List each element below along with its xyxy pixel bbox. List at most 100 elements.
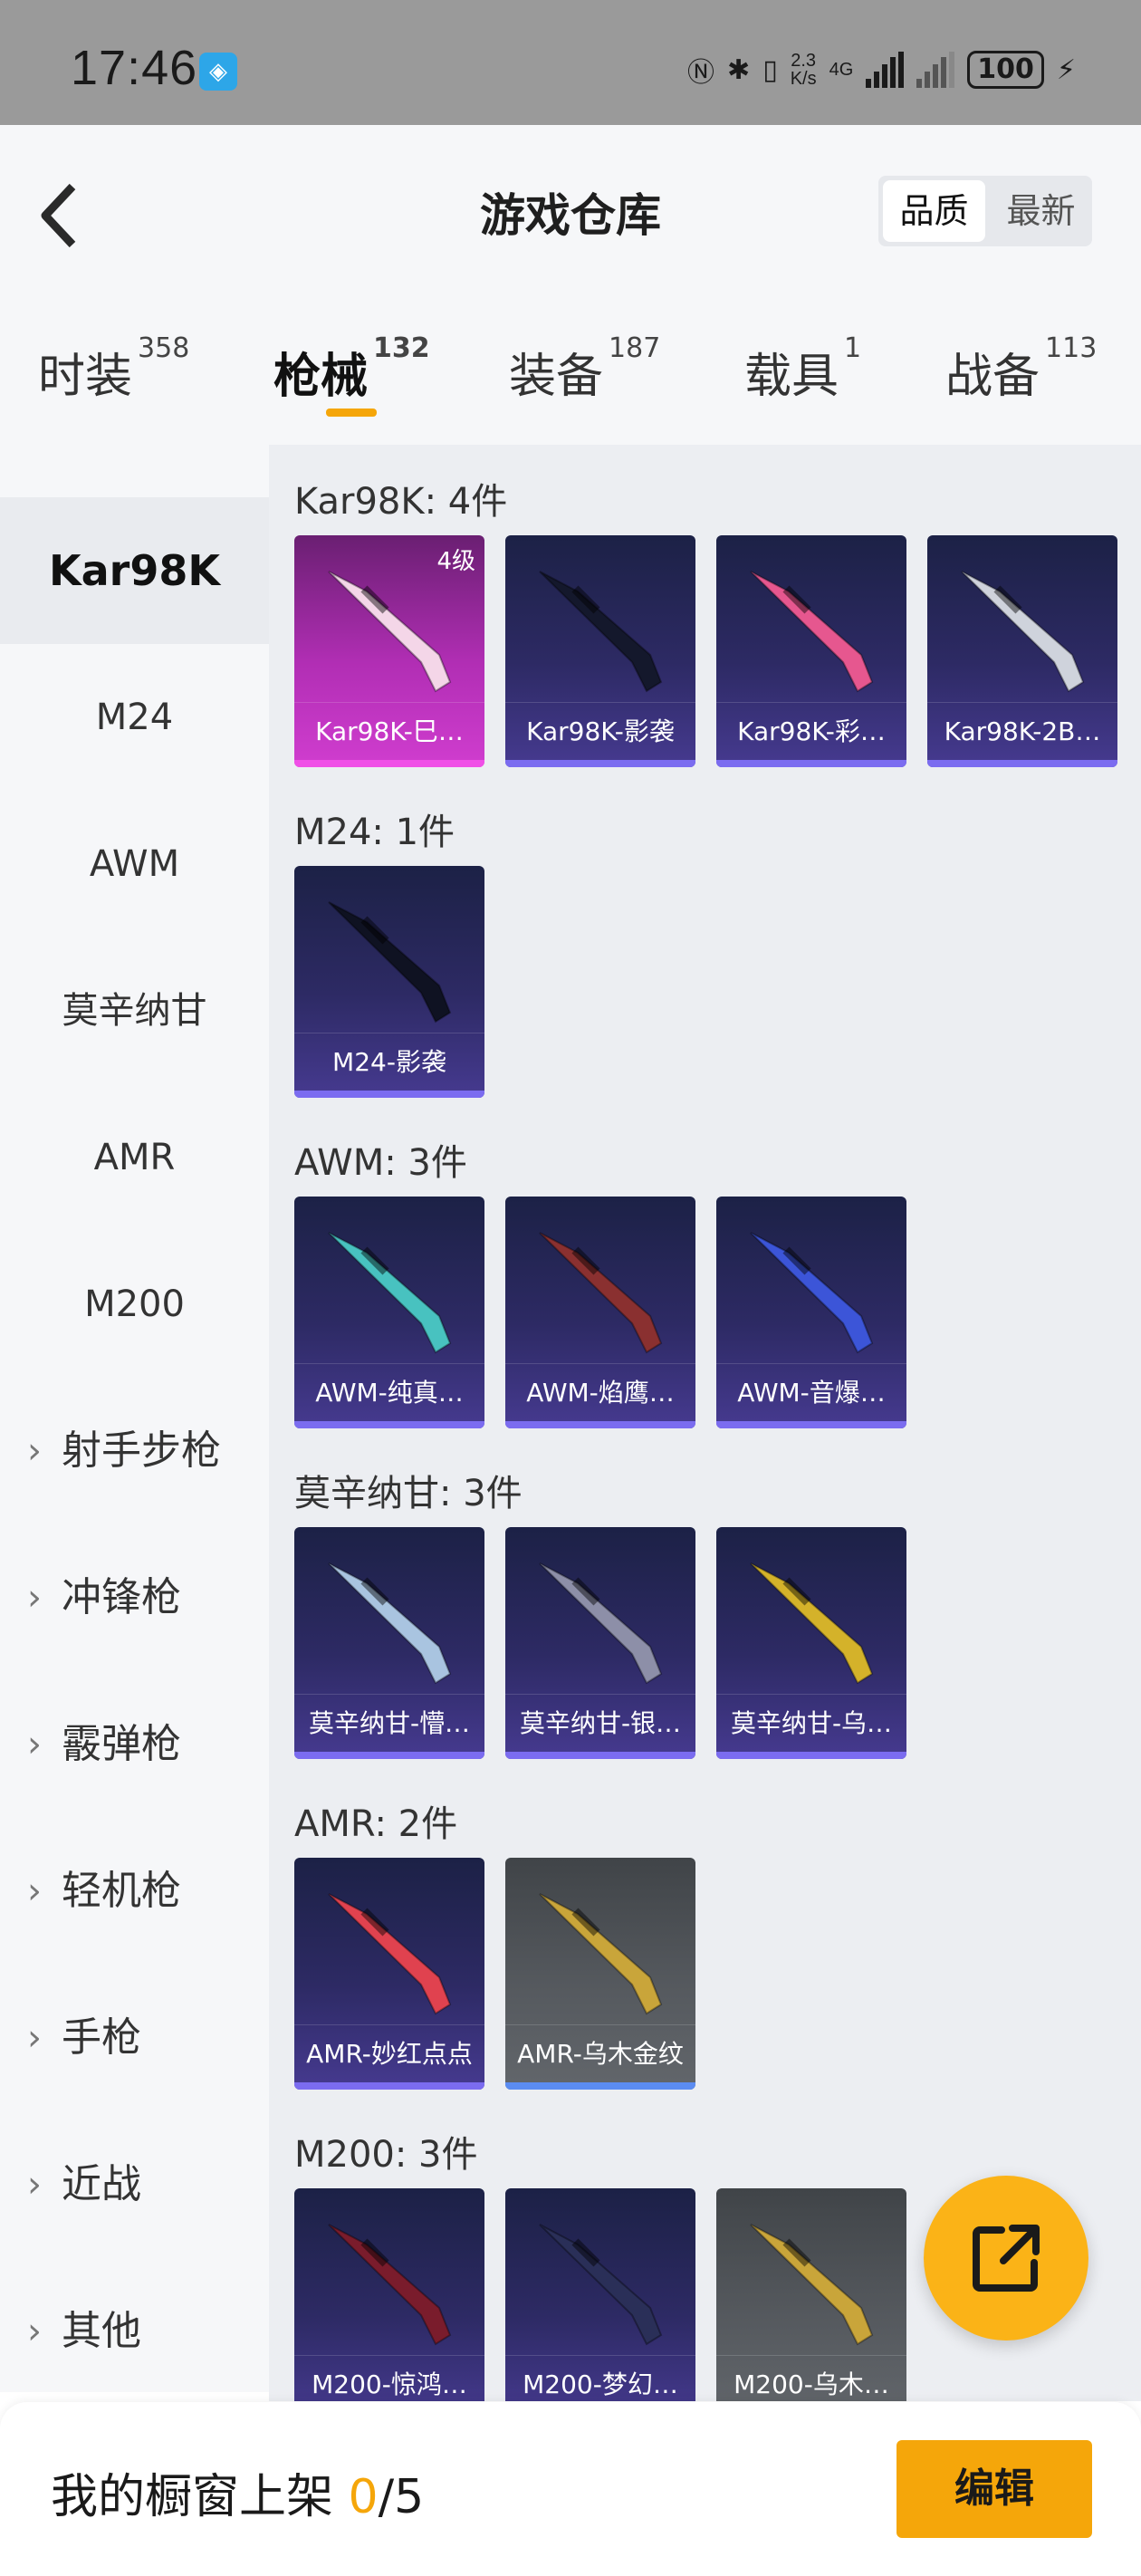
sidebar-group-label: 手枪 — [62, 2014, 141, 2061]
net-speed: 2.3 K/s — [791, 52, 817, 88]
tab-count: 113 — [1045, 332, 1098, 364]
share-fab-button[interactable] — [924, 2176, 1088, 2341]
weapon-name: Kar98K-影袭 — [505, 702, 695, 760]
section-title: AMR: 2件 — [294, 1803, 458, 1845]
weapon-card[interactable]: AWM-音爆… — [716, 1197, 906, 1428]
section-title: 莫辛纳甘: 3件 — [294, 1473, 523, 1514]
tab-count: 187 — [609, 332, 661, 364]
rifle-icon — [750, 2224, 874, 2346]
sort-toggle: 品质 最新 — [878, 176, 1092, 246]
showcase-current-count: 0 — [348, 2470, 379, 2524]
weapon-card[interactable]: 莫辛纳甘-银… — [505, 1527, 695, 1759]
showcase-status: 我的橱窗上架 0/5 — [51, 2458, 424, 2526]
rifle-icon — [961, 571, 1085, 693]
tab-fashion[interactable]: 时装358 — [38, 332, 189, 406]
charging-icon: ⚡ — [1056, 53, 1076, 86]
rarity-bar — [927, 760, 1117, 767]
section-title: AWM: 3件 — [294, 1142, 467, 1184]
weapon-card[interactable]: 4级 Kar98K-巳… — [294, 535, 484, 767]
weapon-card[interactable]: M200-惊鸿… — [294, 2188, 484, 2401]
sidebar-group-label: 近战 — [62, 2161, 141, 2207]
weapon-card[interactable]: AWM-纯真… — [294, 1197, 484, 1428]
weapon-name: Kar98K-2B… — [927, 702, 1117, 760]
sidebar-item-m24[interactable]: M24 — [0, 644, 269, 791]
weapon-grid: Kar98K: 4件 4级 Kar98K-巳… Kar98K-影袭 Kar98K-彩… K… — [269, 445, 1141, 2401]
sidebar-group-smg[interactable]: › 冲锋枪 — [0, 1524, 269, 1671]
tab-guns[interactable]: 枪械132 — [273, 332, 430, 406]
sidebar-item-kar98k[interactable]: Kar98K — [0, 497, 269, 644]
weapon-card[interactable]: M200-乌木… — [716, 2188, 906, 2401]
status-time: 17:46 — [71, 41, 198, 95]
sidebar-group-pistol[interactable]: › 手枪 — [0, 1965, 269, 2111]
rifle-icon — [750, 571, 874, 693]
weapon-card[interactable]: 莫辛纳甘-懵… — [294, 1527, 484, 1759]
tab-battle-prep[interactable]: 战备113 — [945, 332, 1097, 406]
rifle-icon — [539, 571, 663, 693]
sidebar-group-melee[interactable]: › 近战 — [0, 2111, 269, 2258]
tab-count: 358 — [138, 332, 190, 364]
signal-strength-secondary-icon — [916, 52, 955, 88]
edit-button[interactable]: 编辑 — [896, 2440, 1092, 2538]
weapon-card[interactable]: M200-梦幻… — [505, 2188, 695, 2401]
header: 游戏仓库 品质 最新 — [0, 125, 1141, 302]
sort-latest-option[interactable]: 最新 — [990, 176, 1092, 246]
weapon-card[interactable]: AWM-焰鹰… — [505, 1197, 695, 1428]
weapon-card[interactable]: Kar98K-2B… — [927, 535, 1117, 767]
sort-quality-option[interactable]: 品质 — [883, 180, 985, 242]
sidebar-item-awm[interactable]: AWM — [0, 791, 269, 937]
weapon-name: AWM-音爆… — [716, 1363, 906, 1421]
tab-label: 枪械 — [273, 350, 369, 404]
level-badge: 4级 — [436, 548, 475, 575]
chevron-right-icon: › — [27, 2311, 42, 2352]
sidebar-item-mosin[interactable]: 莫辛纳甘 — [0, 937, 269, 1084]
tab-label: 载具 — [744, 350, 839, 404]
rarity-bar — [716, 760, 906, 767]
tab-equipment[interactable]: 装备187 — [509, 332, 660, 406]
nfc-icon: Ⓝ — [687, 57, 715, 89]
sidebar-group-marksman[interactable]: › 射手步枪 — [0, 1378, 269, 1524]
sidebar-group-shotgun[interactable]: › 霰弹枪 — [0, 1671, 269, 1818]
weapon-card[interactable]: AMR-乌木金纹 — [505, 1858, 695, 2090]
chevron-right-icon: › — [27, 1870, 42, 1912]
weapon-card[interactable]: AMR-妙红点点 — [294, 1858, 484, 2090]
tab-vehicles[interactable]: 载具1 — [744, 332, 861, 406]
showcase-total: /5 — [378, 2470, 425, 2524]
sidebar-group-label: 霰弹枪 — [62, 1721, 181, 1767]
weapon-name: AWM-纯真… — [294, 1363, 484, 1421]
rarity-bar — [716, 1752, 906, 1759]
chevron-right-icon: › — [27, 1724, 42, 1765]
net-speed-unit: K/s — [790, 69, 817, 89]
rarity-bar — [505, 2082, 695, 2090]
rarity-bar — [505, 1421, 695, 1428]
weapon-name: M200-惊鸿… — [294, 2355, 484, 2401]
weapon-sidebar: Kar98K M24 AWM 莫辛纳甘 AMR M200 › 射手步枪 › 冲锋枪 … — [0, 445, 269, 2392]
chevron-right-icon: › — [27, 2017, 42, 2059]
sidebar-group-lmg[interactable]: › 轻机枪 — [0, 1818, 269, 1965]
weapon-card[interactable]: M24-影袭 — [294, 866, 484, 1098]
category-tabs: 时装358 枪械132 装备187 载具1 战备113 — [0, 302, 1141, 445]
weapon-name: AMR-妙红点点 — [294, 2024, 484, 2082]
signal-strength-icon — [866, 52, 905, 88]
weapon-card[interactable]: Kar98K-影袭 — [505, 535, 695, 767]
tab-count: 1 — [844, 332, 862, 364]
rifle-icon — [328, 2224, 452, 2346]
rifle-icon — [750, 1562, 874, 1685]
rarity-bar — [294, 760, 484, 767]
chevron-right-icon: › — [27, 1430, 42, 1472]
sidebar-group-label: 射手步枪 — [62, 1427, 221, 1474]
sidebar-group-other[interactable]: › 其他 — [0, 2258, 269, 2405]
section-title: M200: 3件 — [294, 2134, 478, 2176]
network-type: 4G — [829, 60, 854, 80]
sidebar-item-m200[interactable]: M200 — [0, 1231, 269, 1378]
rarity-bar — [294, 1752, 484, 1759]
weapon-name: AMR-乌木金纹 — [505, 2024, 695, 2082]
sidebar-group-label: 轻机枪 — [62, 1868, 181, 1914]
app-notification-icon: ◈ — [199, 53, 237, 91]
weapon-name: M200-乌木… — [716, 2355, 906, 2401]
weapon-card[interactable]: 莫辛纳甘-乌… — [716, 1527, 906, 1759]
section-title: Kar98K: 4件 — [294, 481, 508, 523]
weapon-name: M24-影袭 — [294, 1033, 484, 1091]
active-tab-indicator — [326, 409, 377, 417]
weapon-card[interactable]: Kar98K-彩… — [716, 535, 906, 767]
sidebar-item-amr[interactable]: AMR — [0, 1084, 269, 1231]
